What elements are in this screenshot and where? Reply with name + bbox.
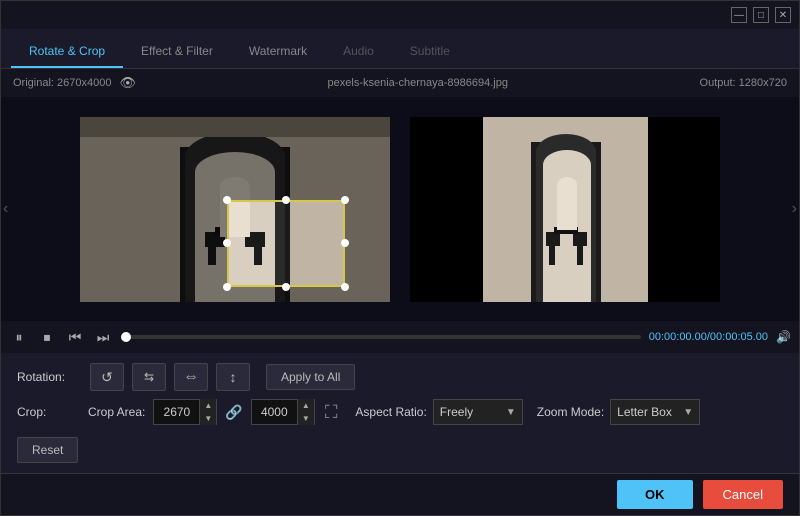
flip-horizontal2-button[interactable]: ⇔ [174, 363, 208, 391]
crop-height-spinner: ▲ ▼ [297, 399, 314, 425]
prev-frame-button[interactable]: ⏮ [65, 329, 85, 346]
reset-button[interactable]: Reset [17, 437, 78, 463]
left-preview [80, 117, 390, 302]
bottom-bar: OK Cancel [1, 473, 799, 515]
crop-width-input-group: ▲ ▼ [153, 399, 217, 425]
flip-vertical-button[interactable]: ↕ [216, 363, 250, 391]
aspect-ratio-value: Freely [440, 405, 473, 419]
reset-row: Reset [17, 433, 783, 463]
crop-height-input[interactable] [252, 405, 297, 419]
zoom-mode-label: Zoom Mode: [537, 405, 604, 419]
stop-button[interactable]: ⏹ [37, 329, 57, 346]
minimize-button[interactable]: — [731, 7, 747, 23]
aspect-ratio-label: Aspect Ratio: [355, 405, 426, 419]
output-image [483, 117, 648, 302]
file-bar: Original: 2670x4000 👁 pexels-ksenia-cher… [1, 69, 799, 97]
rotation-label: Rotation: [17, 370, 82, 384]
next-arrow-icon[interactable]: › [792, 200, 797, 218]
pause-button[interactable]: ⏸ [9, 329, 29, 346]
rotation-row: Rotation: ↺ ⇆ ⇔ ↕ Apply to All [17, 363, 783, 391]
original-size-label: Original: 2670x4000 [13, 77, 111, 89]
tab-bar: Rotate & Crop Effect & Filter Watermark … [1, 29, 799, 69]
source-image [80, 117, 390, 302]
aspect-ratio-arrow-icon: ▼ [506, 407, 516, 418]
cancel-button[interactable]: Cancel [703, 480, 783, 509]
ok-button[interactable]: OK [617, 480, 693, 509]
zoom-mode-dropdown[interactable]: Letter Box ▼ [610, 399, 700, 425]
main-window: — □ ✕ Rotate & Crop Effect & Filter Wate… [0, 0, 800, 516]
zoom-mode-value: Letter Box [617, 405, 672, 419]
crop-height-input-group: ▲ ▼ [251, 399, 315, 425]
crop-width-input[interactable] [154, 405, 199, 419]
progress-track[interactable] [121, 335, 641, 339]
tab-rotate-crop[interactable]: Rotate & Crop [11, 36, 123, 68]
right-preview [410, 117, 720, 302]
rotate-left-button[interactable]: ↺ [90, 363, 124, 391]
tab-subtitle: Subtitle [392, 36, 468, 68]
crop-width-down-button[interactable]: ▼ [200, 412, 216, 425]
zoom-mode-arrow-icon: ▼ [683, 407, 693, 418]
expand-crop-icon[interactable]: ⛶ [325, 402, 338, 423]
tab-effect-filter[interactable]: Effect & Filter [123, 36, 231, 68]
title-bar: — □ ✕ [1, 1, 799, 29]
output-size-label: Output: 1280x720 [700, 77, 787, 89]
letterbox-right [647, 117, 720, 302]
crop-row: Crop: Crop Area: ▲ ▼ 🔗 ▲ ▼ ⛶ Aspec [17, 399, 783, 425]
prev-arrow-icon[interactable]: ‹ [3, 200, 8, 218]
crop-height-up-button[interactable]: ▲ [298, 399, 314, 412]
apply-all-button[interactable]: Apply to All [266, 364, 355, 390]
filename-label: pexels-ksenia-chernaya-8986694.jpg [328, 77, 508, 89]
timeline-bar: ⏸ ⏹ ⏮ ⏭ 00:00:00.00/00:00:05.00 🔊 [1, 321, 799, 353]
close-button[interactable]: ✕ [775, 7, 791, 23]
next-frame-button[interactable]: ⏭ [93, 329, 113, 346]
tab-audio: Audio [325, 36, 392, 68]
crop-height-down-button[interactable]: ▼ [298, 412, 314, 425]
preview-area: ‹ [1, 97, 799, 321]
eye-icon[interactable]: 👁 [119, 75, 136, 91]
file-bar-left: Original: 2670x4000 👁 [13, 75, 136, 91]
volume-icon[interactable]: 🔊 [776, 330, 791, 344]
flip-horizontal-button[interactable]: ⇆ [132, 363, 166, 391]
time-display: 00:00:00.00/00:00:05.00 [649, 331, 768, 343]
letterbox-left [410, 117, 483, 302]
progress-indicator [121, 332, 131, 342]
controls-area: Rotation: ↺ ⇆ ⇔ ↕ Apply to All Crop: Cro… [1, 353, 799, 473]
crop-label: Crop: [17, 405, 82, 419]
link-icon[interactable]: 🔗 [225, 404, 242, 421]
crop-width-up-button[interactable]: ▲ [200, 399, 216, 412]
crop-width-spinner: ▲ ▼ [199, 399, 216, 425]
tab-watermark[interactable]: Watermark [231, 36, 325, 68]
maximize-button[interactable]: □ [753, 7, 769, 23]
aspect-ratio-dropdown[interactable]: Freely ▼ [433, 399, 523, 425]
preview-container [1, 97, 799, 321]
output-image-container [483, 117, 648, 302]
crop-area-label: Crop Area: [88, 405, 145, 419]
